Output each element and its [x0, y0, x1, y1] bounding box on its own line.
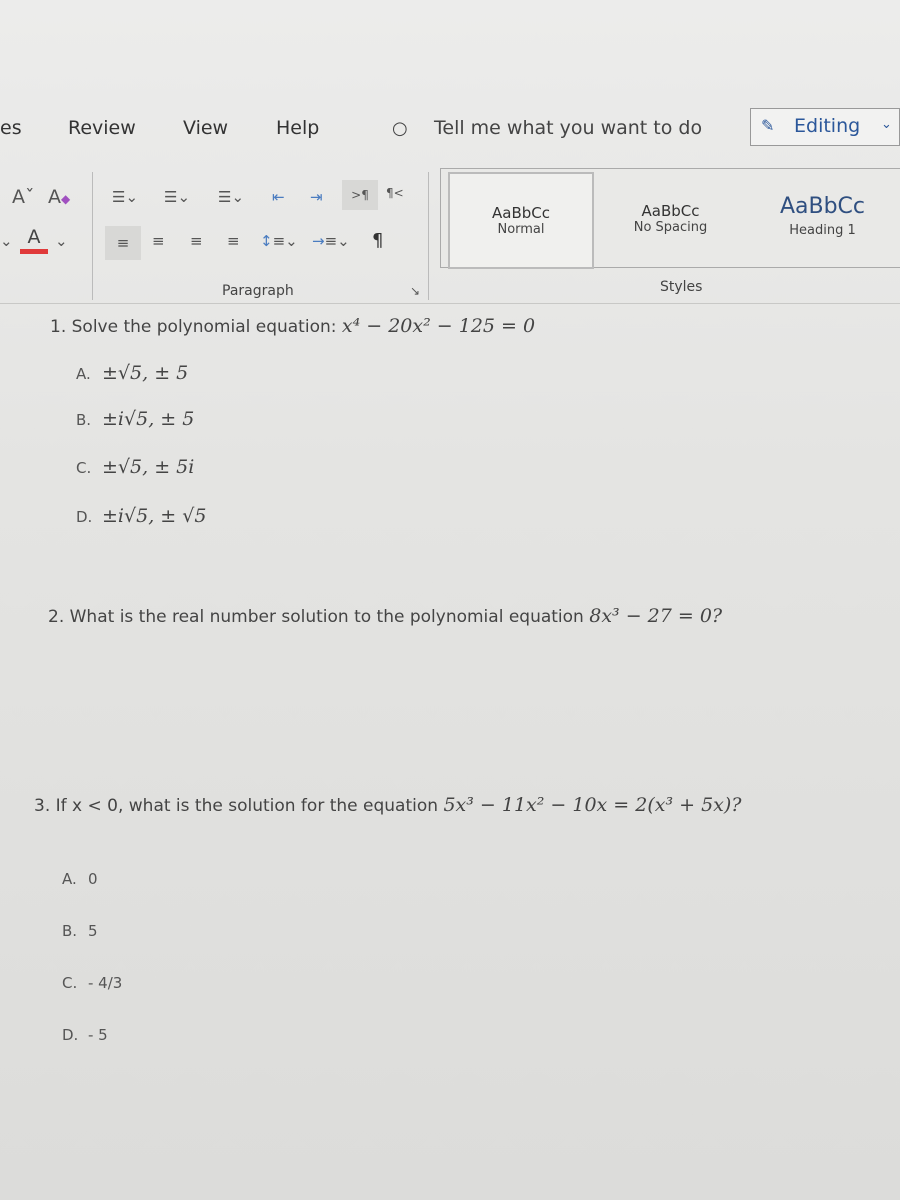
question-equation: x⁴ − 20x² − 125 = 0	[341, 315, 536, 337]
option-b[interactable]: B. ±i√5, ± 5	[76, 408, 194, 430]
option-value: 5	[88, 922, 98, 940]
font-color-icon: A	[27, 226, 41, 248]
ribbon-bottom-border	[0, 303, 900, 304]
tab-partial[interactable]: es	[0, 117, 22, 139]
style-heading-1[interactable]: AaBbCc Heading 1	[750, 172, 895, 265]
align-center-icon[interactable]: ≡	[152, 232, 165, 250]
justify-icon[interactable]: ≡	[227, 232, 240, 250]
increase-indent-icon[interactable]: ⇥	[310, 188, 323, 206]
question-text: 3. If x < 0, what is the solution for th…	[34, 796, 439, 816]
option-label: C.	[62, 974, 78, 992]
shading-icon[interactable]: →≡⌄	[312, 232, 350, 250]
tab-view[interactable]: View	[183, 117, 228, 139]
rtl-direction-icon[interactable]: ¶<	[386, 186, 404, 200]
option-a[interactable]: A. ±√5, ± 5	[76, 362, 188, 384]
group-divider	[92, 172, 93, 300]
chevron-down-icon: ⌄	[881, 117, 892, 132]
multilevel-list-icon[interactable]: ☰⌄	[218, 188, 244, 206]
show-formatting-icon[interactable]: ¶	[372, 230, 383, 251]
chevron-down-icon[interactable]: ⌄	[55, 232, 68, 250]
numbering-icon[interactable]: ☰⌄	[164, 188, 190, 206]
option-label: A.	[76, 365, 91, 383]
ltr-direction-icon[interactable]: >¶	[342, 180, 378, 210]
align-right-icon[interactable]: ≡	[190, 232, 203, 250]
paragraph-group-label: Paragraph	[222, 283, 294, 299]
style-sample: AaBbCc	[641, 202, 700, 220]
lightbulb-icon: ○	[392, 118, 408, 139]
line-spacing-icon[interactable]: ↕≡⌄	[260, 232, 298, 250]
option-label: B.	[76, 411, 92, 429]
option-label: D.	[76, 508, 93, 526]
option-value: ±√5, ± 5i	[102, 456, 195, 478]
question-1: 1. Solve the polynomial equation: x⁴ − 2…	[50, 315, 535, 337]
option-label: A.	[62, 870, 77, 888]
question-equation: 8x³ − 27 = 0?	[589, 605, 723, 627]
question-3: 3. If x < 0, what is the solution for th…	[34, 794, 742, 816]
option-d[interactable]: D. ±i√5, ± √5	[76, 505, 206, 527]
pencil-icon: ✎	[761, 116, 775, 135]
option-value: ±√5, ± 5	[102, 362, 189, 384]
option-label: C.	[76, 459, 92, 477]
style-name: No Spacing	[633, 220, 708, 235]
question-2: 2. What is the real number solution to t…	[48, 605, 722, 627]
styles-group-label: Styles	[660, 279, 703, 295]
option-d[interactable]: D. - 5	[62, 1026, 108, 1044]
option-c[interactable]: C. - 4/3	[62, 974, 122, 992]
option-value: - 5	[88, 1026, 108, 1044]
option-value: 0	[88, 870, 98, 888]
font-color-button[interactable]: A	[20, 226, 48, 254]
option-value: ±i√5, ± 5	[102, 408, 195, 430]
chevron-down-icon[interactable]: ⌄	[0, 232, 13, 250]
question-text: 2. What is the real number solution to t…	[48, 607, 584, 627]
option-label: B.	[62, 922, 78, 940]
style-name: Normal	[497, 222, 545, 237]
style-sample: AaBbCc	[779, 194, 866, 219]
option-label: D.	[62, 1026, 79, 1044]
clear-formatting-icon[interactable]: A◆	[48, 186, 70, 208]
group-divider	[428, 172, 429, 300]
decrease-indent-icon[interactable]: ⇤	[272, 188, 285, 206]
tab-review[interactable]: Review	[68, 117, 136, 139]
option-value: - 4/3	[88, 974, 123, 992]
style-normal[interactable]: AaBbCc Normal	[448, 172, 594, 269]
question-equation: 5x³ − 11x² − 10x = 2(x³ + 5x)?	[443, 794, 742, 816]
bullets-icon[interactable]: ☰⌄	[112, 188, 138, 206]
editing-label: Editing	[794, 115, 861, 137]
option-a[interactable]: A. 0	[62, 870, 98, 888]
style-name: Heading 1	[789, 223, 856, 238]
style-sample: AaBbCc	[492, 204, 550, 222]
style-no-spacing[interactable]: AaBbCc No Spacing	[598, 172, 743, 265]
option-c[interactable]: C. ±√5, ± 5i	[76, 456, 194, 478]
question-text: 1. Solve the polynomial equation:	[50, 317, 337, 337]
option-b[interactable]: B. 5	[62, 922, 98, 940]
align-left-icon[interactable]: ≡	[105, 226, 141, 260]
tab-help[interactable]: Help	[276, 117, 319, 139]
tell-me-search[interactable]: Tell me what you want to do	[434, 117, 702, 139]
editing-mode-button[interactable]: ✎ Editing ⌄	[750, 108, 900, 146]
dialog-launcher-icon[interactable]: ↘	[410, 284, 420, 298]
change-case-icon[interactable]: Aˇ	[12, 186, 35, 208]
option-value: ±i√5, ± √5	[102, 505, 207, 527]
